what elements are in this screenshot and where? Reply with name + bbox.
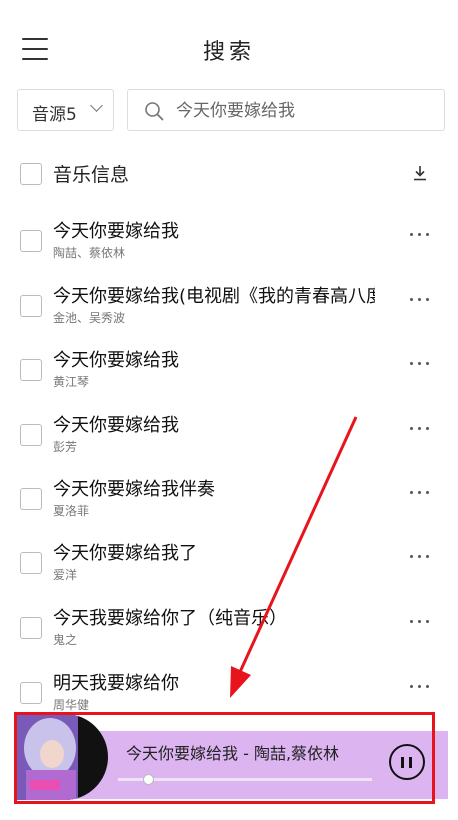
song-title: 今天我要嫁给你了（纯音乐） [53,608,287,629]
select-all-checkbox[interactable] [20,163,42,185]
song-title: 今天你要嫁给我伴奏 [53,479,215,500]
source-select[interactable]: 音源5 [17,89,114,131]
song-artist: 夏洛菲 [53,504,90,518]
song-checkbox[interactable] [20,230,42,252]
search-box [127,89,445,131]
song-row[interactable]: 今天你要嫁给我 陶喆、蔡依林 [0,217,458,281]
song-title: 今天你要嫁给我 [53,350,179,371]
top-bar: 搜索 [0,0,458,100]
list-header-label: 音乐信息 [53,164,130,186]
song-artist: 爱洋 [53,568,78,582]
song-title: 明天我要嫁给你 [53,673,179,694]
search-input[interactable] [176,98,436,124]
more-options-icon[interactable] [405,547,435,567]
song-checkbox[interactable] [20,617,42,639]
song-checkbox[interactable] [20,359,42,381]
search-icon [145,102,164,121]
page-title: 搜索 [202,40,255,65]
more-options-icon[interactable] [405,677,435,697]
more-options-icon[interactable] [405,290,435,310]
song-artist: 黄江琴 [53,375,90,389]
song-row[interactable]: 今天你要嫁给我 黄江琴 [0,346,458,410]
download-icon[interactable] [411,164,429,182]
song-title: 今天你要嫁给我了 [53,543,197,564]
more-options-icon[interactable] [405,419,435,439]
source-select-label: 音源5 [32,105,77,125]
more-options-icon[interactable] [405,612,435,632]
more-options-icon[interactable] [405,225,435,245]
chevron-down-icon [90,99,103,112]
song-checkbox[interactable] [20,424,42,446]
song-title: 今天你要嫁给我 [53,221,179,242]
pause-icon[interactable] [389,744,425,780]
mini-player[interactable]: 今天你要嫁给我 - 陶喆,蔡依林 [14,712,448,804]
now-playing-title: 今天你要嫁给我 - 陶喆,蔡依林 [126,744,340,763]
album-art-image [16,714,108,800]
song-artist: 金池、吴秀波 [53,311,126,325]
song-row[interactable]: 今天你要嫁给我 彭芳 [0,411,458,475]
song-row[interactable]: 今天你要嫁给我(电视剧《我的青春高八度》插曲) 金池、吴秀波 [0,282,458,346]
song-row[interactable]: 今天你要嫁给我伴奏 夏洛菲 [0,475,458,539]
album-cover[interactable] [16,714,108,800]
song-row[interactable]: 今天你要嫁给我了 爱洋 [0,539,458,603]
song-artist: 周华健 [53,698,90,712]
song-title: 今天你要嫁给我 [53,415,179,436]
song-row[interactable]: 今天我要嫁给你了（纯音乐） 鬼之 [0,604,458,668]
song-checkbox[interactable] [20,488,42,510]
more-options-icon[interactable] [405,483,435,503]
song-checkbox[interactable] [20,682,42,704]
song-artist: 鬼之 [53,633,78,647]
song-artist: 陶喆、蔡依林 [53,246,126,260]
song-checkbox[interactable] [20,295,42,317]
song-artist: 彭芳 [53,440,78,454]
progress-bar[interactable] [118,774,372,785]
more-options-icon[interactable] [405,354,435,374]
song-title: 今天你要嫁给我(电视剧《我的青春高八度》插曲) [53,286,375,307]
song-checkbox[interactable] [20,552,42,574]
